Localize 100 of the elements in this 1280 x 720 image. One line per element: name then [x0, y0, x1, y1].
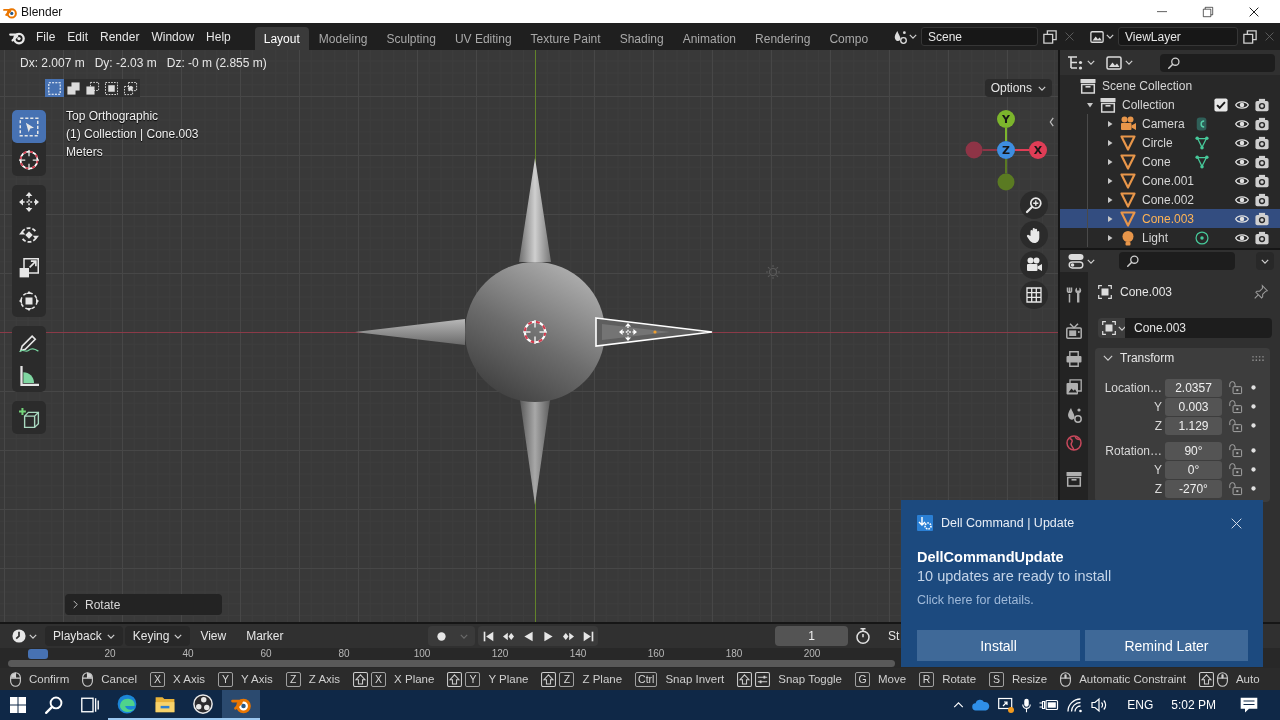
play-reverse-icon[interactable]	[522, 630, 534, 642]
workspace-tab[interactable]: Modeling	[309, 27, 377, 50]
redo-panel[interactable]: Rotate	[65, 594, 222, 615]
render-camera-icon[interactable]	[1255, 154, 1269, 169]
vertex-triangle-icon[interactable]	[1195, 135, 1209, 150]
disclosure-triangle-icon[interactable]	[1086, 100, 1094, 109]
number-field[interactable]: 0.003	[1165, 397, 1222, 416]
speech-bubble-icon[interactable]	[1240, 697, 1258, 713]
grid-icon[interactable]	[1020, 281, 1048, 309]
number-field[interactable]: 0°	[1165, 460, 1222, 479]
current-frame-field[interactable]: 1	[775, 626, 848, 646]
search-field[interactable]	[1160, 53, 1275, 72]
scene-name-field[interactable]: Scene	[921, 27, 1038, 46]
outliner-row[interactable]: Cone.003	[1060, 209, 1280, 228]
workspace-tab[interactable]: Layout	[254, 27, 309, 50]
eye-icon[interactable]	[1235, 100, 1249, 109]
timeline-menu[interactable]: Keying	[124, 626, 191, 646]
number-field[interactable]: 90°	[1165, 441, 1222, 460]
disclosure-triangle-icon[interactable]	[1106, 138, 1114, 147]
open-lock-icon[interactable]	[1229, 400, 1242, 413]
data-selector[interactable]	[1098, 318, 1125, 338]
drag-grip-icon[interactable]	[1252, 355, 1264, 361]
open-lock-icon[interactable]	[1229, 381, 1242, 394]
keyframe-dot-icon[interactable]	[1251, 486, 1256, 491]
language-indicator[interactable]: ENG	[1127, 698, 1154, 712]
render-camera-icon[interactable]	[1255, 116, 1269, 131]
copy-icon[interactable]	[1043, 29, 1057, 44]
notification-hint[interactable]: Click here for details.	[917, 592, 1248, 608]
workspace-tab[interactable]: Texture Paint	[521, 27, 610, 50]
eye-icon[interactable]	[1235, 214, 1249, 223]
open-lock-icon[interactable]	[1229, 419, 1242, 432]
next-keyframe-icon[interactable]	[562, 630, 574, 642]
picture-stack-icon[interactable]	[1066, 379, 1082, 395]
droplet-circle-icon[interactable]	[1066, 407, 1082, 423]
open-lock-icon[interactable]	[1229, 463, 1242, 476]
timeline-menu[interactable]: Playback	[45, 626, 123, 646]
disclosure-triangle-icon[interactable]	[1106, 157, 1114, 166]
render-camera-icon[interactable]	[1255, 211, 1269, 226]
select-mode-button[interactable]	[64, 79, 83, 97]
lens-tile-icon[interactable]	[1195, 116, 1209, 131]
timeline-scrollbar[interactable]	[8, 660, 895, 667]
cloud-icon[interactable]	[972, 699, 991, 711]
copy-icon[interactable]	[1243, 29, 1257, 44]
stopwatch-icon[interactable]	[855, 628, 871, 644]
eye-icon[interactable]	[1235, 119, 1249, 128]
workspace-tab[interactable]: Animation	[673, 27, 746, 50]
plugged-battery-icon[interactable]	[1039, 699, 1060, 711]
open-lock-icon[interactable]	[1229, 482, 1242, 495]
jump-end-icon[interactable]	[582, 630, 594, 642]
workspace-tab[interactable]: Shading	[610, 27, 673, 50]
render-camera-icon[interactable]	[1255, 173, 1269, 188]
zoom-in-icon[interactable]	[1020, 191, 1048, 219]
globe-icon[interactable]	[1066, 435, 1082, 451]
select-mode-button[interactable]	[121, 79, 140, 97]
options-dropdown[interactable]: Options	[984, 79, 1052, 97]
chevron-up-icon[interactable]	[953, 702, 965, 708]
timeline-menu[interactable]: Marker	[238, 626, 292, 646]
keyframe-dot-icon[interactable]	[1251, 423, 1256, 428]
render-camera-icon[interactable]	[1255, 230, 1269, 245]
keyframe-dot-icon[interactable]	[1251, 448, 1256, 453]
number-field[interactable]: 2.0357	[1165, 378, 1222, 397]
workspace-tab[interactable]: UV Editing	[445, 27, 521, 50]
outliner-row[interactable]: Collection	[1060, 95, 1280, 114]
number-field[interactable]: -270°	[1165, 479, 1222, 498]
eye-icon[interactable]	[1235, 138, 1249, 147]
windows-start-icon[interactable]	[10, 697, 26, 713]
disclosure-triangle-icon[interactable]	[1106, 119, 1114, 128]
disclosure-triangle-icon[interactable]	[1106, 176, 1114, 185]
checkbox[interactable]	[1214, 97, 1228, 112]
notification-toast[interactable]: Dell Command | Update DellCommandUpdate 10 updates are ready to install Click here for details. Install Remind Later	[901, 500, 1263, 667]
clock-time[interactable]: 5:02 PM	[1171, 698, 1216, 712]
eye-icon[interactable]	[1235, 195, 1249, 204]
disclosure-triangle-icon[interactable]	[1106, 195, 1114, 204]
timeline-menu[interactable]: View	[192, 626, 235, 646]
axis-handle[interactable]: Z	[997, 141, 1015, 159]
axis-handle[interactable]: Y	[997, 110, 1015, 128]
wifi-icon[interactable]	[1067, 698, 1084, 712]
eye-icon[interactable]	[1235, 157, 1249, 166]
archive-box-icon[interactable]	[1066, 471, 1082, 487]
vertex-triangle-icon[interactable]	[1195, 154, 1209, 169]
keyframe-dot-icon[interactable]	[1251, 385, 1256, 390]
eye-icon[interactable]	[1235, 233, 1249, 242]
tv-icon[interactable]	[1066, 323, 1082, 339]
editor-type-button[interactable]	[1068, 251, 1095, 271]
render-camera-icon[interactable]	[1255, 192, 1269, 207]
previous-keyframe-icon[interactable]	[502, 630, 514, 642]
camera-icon[interactable]	[1020, 251, 1048, 279]
disclosure-triangle-icon[interactable]	[1106, 214, 1114, 223]
keyframe-dot-icon[interactable]	[1251, 404, 1256, 409]
search-field[interactable]	[1119, 252, 1235, 270]
ring-dot-icon[interactable]	[1195, 230, 1209, 245]
notification-button[interactable]: Install	[917, 630, 1080, 661]
workspace-tab[interactable]: Rendering	[746, 27, 820, 50]
tool-button[interactable]	[12, 110, 46, 143]
hand-icon[interactable]	[1020, 221, 1048, 249]
select-mode-button[interactable]	[102, 79, 121, 97]
playhead-marker-icon[interactable]	[28, 648, 48, 659]
task-view-icon[interactable]	[81, 696, 99, 714]
menu-item[interactable]: File	[30, 25, 62, 48]
editor-type-button[interactable]	[12, 629, 37, 643]
